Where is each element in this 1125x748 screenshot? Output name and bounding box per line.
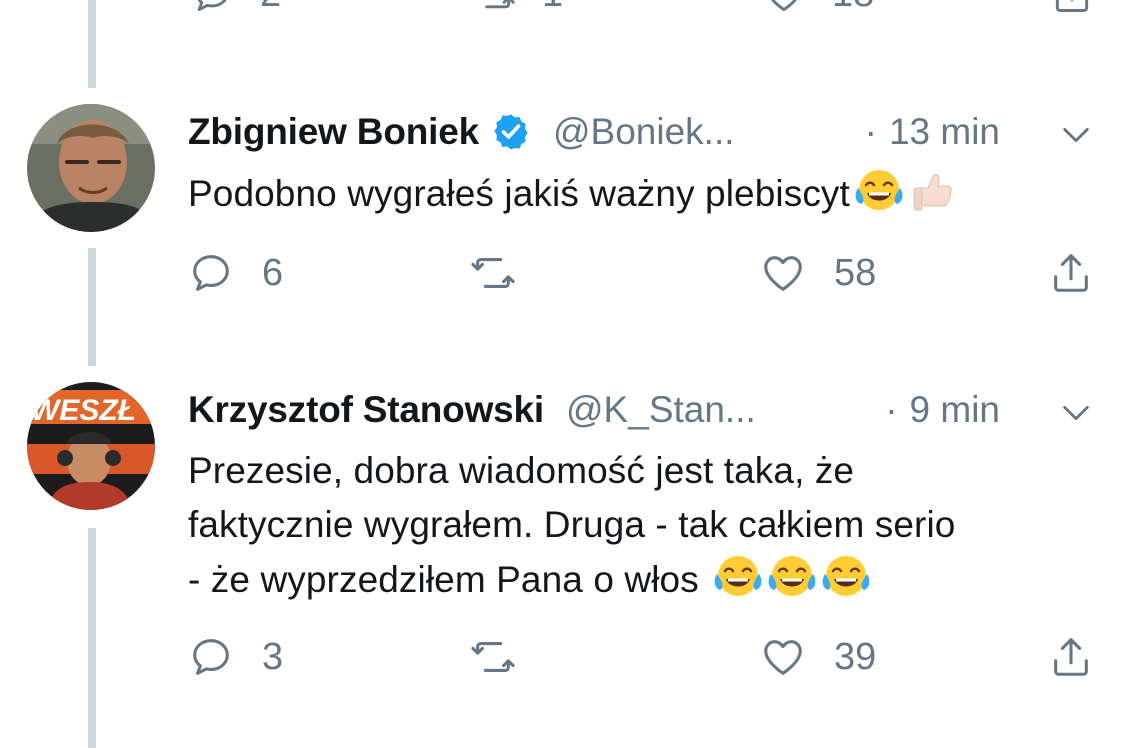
reply-count: 3: [262, 635, 284, 678]
chevron-down-icon: [1059, 396, 1093, 430]
share-icon: [1050, 0, 1094, 16]
retweet-icon: [470, 634, 516, 680]
share-button[interactable]: [1048, 632, 1094, 682]
avatar-photo: WESZŁ: [27, 382, 155, 510]
tweet-actions: 6 58: [188, 248, 1100, 298]
tweet-text: Prezesie, dobra wiadomość jest taka, że f…: [188, 444, 1098, 607]
tweet-header: Krzysztof Stanowski @K_Stan... · 9 min: [188, 382, 1000, 438]
share-button[interactable]: [1050, 0, 1094, 16]
relative-time: 13 min: [888, 111, 1000, 152]
retweet-button[interactable]: [470, 632, 516, 682]
reply-button[interactable]: 3: [188, 632, 283, 682]
reply-button[interactable]: 6: [188, 248, 283, 298]
share-icon: [1048, 250, 1094, 296]
tweet-menu-button[interactable]: [1059, 396, 1093, 430]
reply-button[interactable]: 2: [190, 0, 281, 16]
svg-text:WESZŁ: WESZŁ: [31, 394, 136, 427]
user-handle[interactable]: @K_Stan...: [566, 389, 756, 431]
share-icon: [1048, 634, 1094, 680]
reply-icon: [190, 0, 234, 16]
tweet-text: Podobno wygrałeś jakiś ważny plebiscyt: [188, 166, 1098, 221]
thread-connector-line: [88, 528, 96, 748]
display-name[interactable]: Krzysztof Stanowski: [188, 389, 544, 431]
share-button[interactable]: [1048, 248, 1094, 298]
user-handle[interactable]: @Boniek...: [553, 111, 735, 153]
reply-count: 6: [262, 251, 284, 294]
face-with-tears-of-joy-icon: [767, 552, 817, 602]
like-icon: [760, 250, 806, 296]
retweet-button[interactable]: 1: [472, 0, 563, 16]
retweet-icon: [470, 250, 516, 296]
tweet-header: Zbigniew Boniek @Boniek... · 13 min: [188, 104, 1000, 160]
like-count: 39: [834, 635, 877, 678]
tweet-text-line: faktycznie wygrałem. Druga - tak całkiem…: [188, 504, 956, 545]
tweet-text-line: - że wyprzedziłem Pana o włos: [188, 559, 699, 600]
tweet-text-content: Podobno wygrałeś jakiś ważny plebiscyt: [188, 173, 850, 214]
separator-dot: ·: [885, 389, 898, 430]
thumbs-up-icon: [908, 166, 958, 216]
face-with-tears-of-joy-icon: [854, 166, 904, 216]
face-with-tears-of-joy-icon: [821, 552, 871, 602]
thread-connector-line: [88, 0, 96, 88]
like-icon: [762, 0, 806, 16]
like-button[interactable]: 58: [760, 248, 876, 298]
separator-dot: ·: [864, 111, 877, 152]
thread-connector-line: [88, 248, 96, 366]
tweet-menu-button[interactable]: [1059, 118, 1093, 152]
relative-time: 9 min: [909, 389, 1000, 430]
retweet-count: 1: [542, 0, 563, 16]
face-with-tears-of-joy-icon: [713, 552, 763, 602]
avatar-photo: [27, 104, 155, 232]
reply-count: 2: [260, 0, 281, 16]
like-count: 58: [834, 251, 877, 294]
like-count: 18: [832, 0, 874, 16]
tweet-text-line: Prezesie, dobra wiadomość jest taka, że: [188, 450, 855, 491]
retweet-icon: [472, 0, 516, 16]
avatar[interactable]: WESZŁ: [27, 382, 155, 510]
reply-icon: [188, 634, 234, 680]
previous-tweet-actions: 2 1 18: [190, 0, 1100, 22]
tweet-timestamp[interactable]: · 13 min: [865, 111, 1000, 153]
like-icon: [760, 634, 806, 680]
tweet-actions: 3 39: [188, 632, 1100, 682]
like-button[interactable]: 18: [762, 0, 874, 16]
like-button[interactable]: 39: [760, 632, 876, 682]
tweet-timestamp[interactable]: · 9 min: [885, 389, 1000, 431]
verified-badge-icon: [491, 112, 531, 152]
twitter-thread: 2 1 18 Zbigniew Boniek: [0, 0, 1125, 748]
retweet-button[interactable]: [470, 248, 516, 298]
display-name[interactable]: Zbigniew Boniek: [188, 111, 479, 153]
reply-icon: [188, 250, 234, 296]
chevron-down-icon: [1059, 118, 1093, 152]
avatar[interactable]: [27, 104, 155, 232]
